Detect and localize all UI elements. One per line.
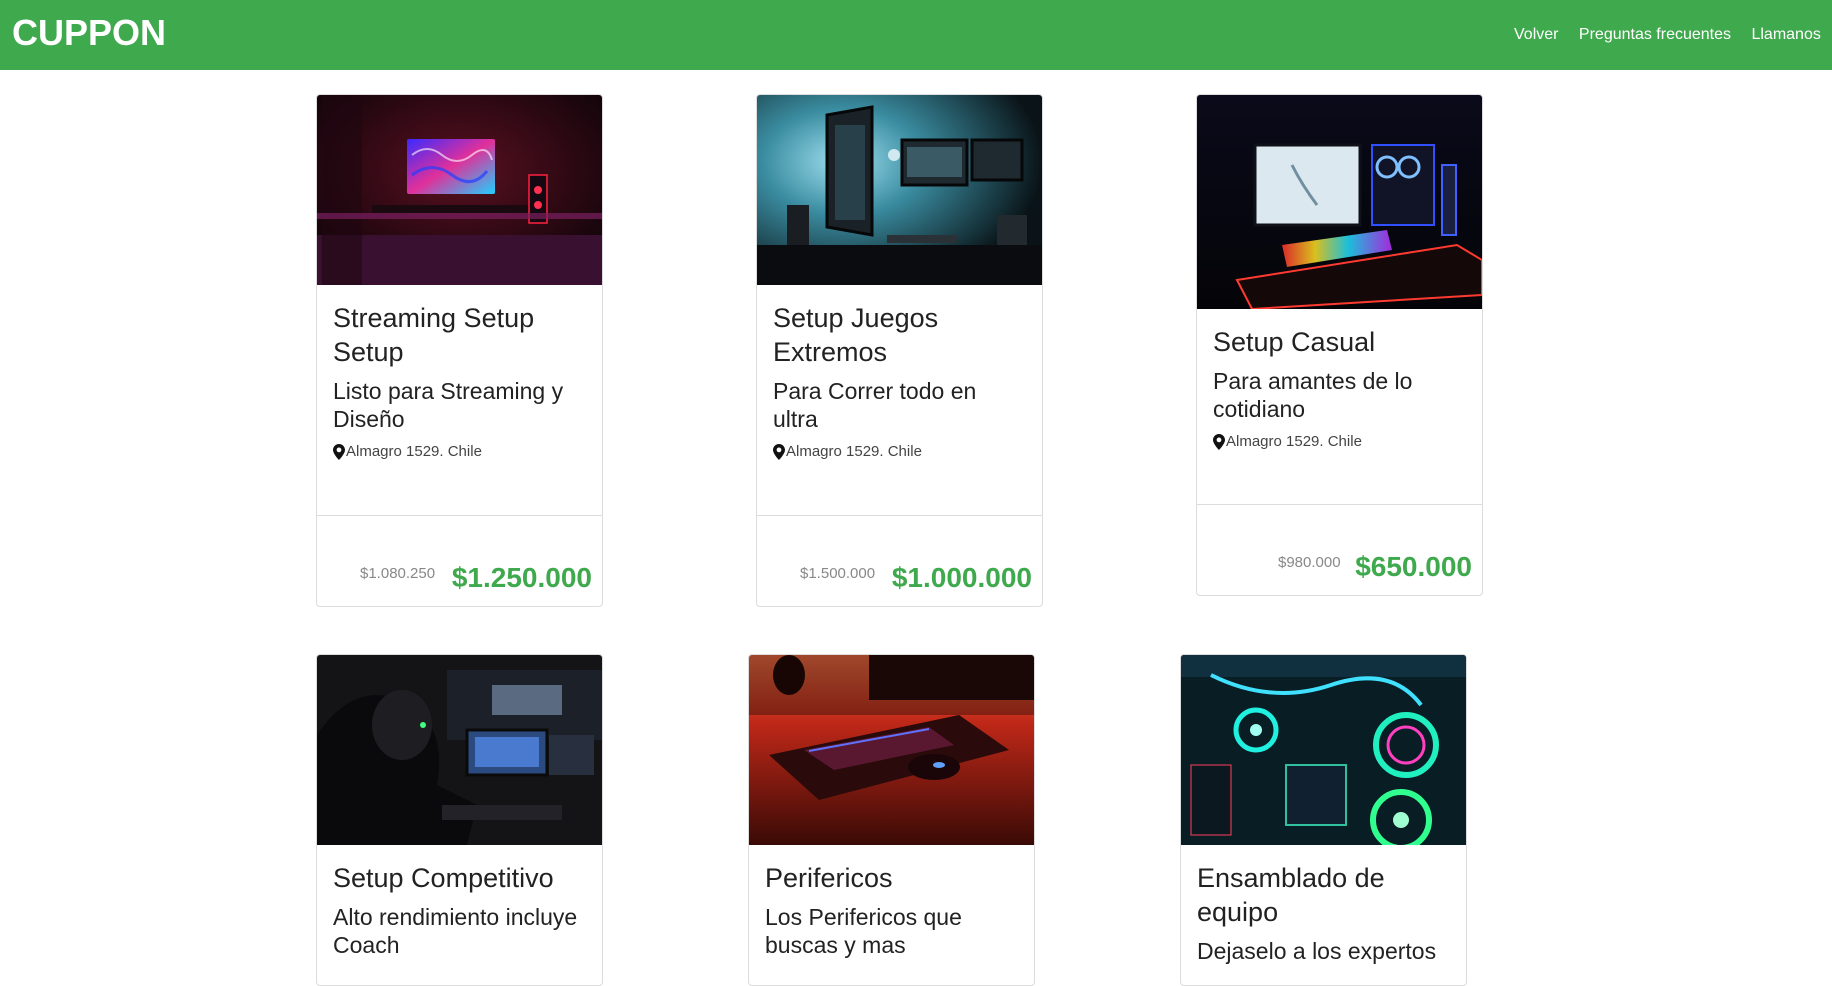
nav-links: Volver Preguntas frecuentes Llamanos D xyxy=(1514,26,1832,44)
casual-setup-image[interactable] xyxy=(1197,95,1482,309)
streaming-setup-image[interactable] xyxy=(317,95,602,285)
card-location: Almagro 1529. Chile xyxy=(773,443,1026,460)
offer-card-assembly[interactable]: Ensamblado de equipo Dejaselo a los expe… xyxy=(1180,654,1467,986)
brand-logo[interactable]: CUPPON xyxy=(12,12,166,54)
competitive-setup-image-art xyxy=(317,655,602,845)
nav-link-faq[interactable]: Preguntas frecuentes xyxy=(1579,26,1731,44)
card-location-text: Almagro 1529. Chile xyxy=(786,443,922,460)
streaming-setup-image-art xyxy=(317,95,602,285)
extreme-gaming-setup-image-art xyxy=(757,95,1042,285)
card-subtitle: Para amantes de lo cotidiano xyxy=(1213,368,1413,422)
card-subtitle: Listo para Streaming y Diseño xyxy=(333,378,564,432)
old-price: $980.000 xyxy=(1278,554,1341,571)
location-pin-icon xyxy=(333,443,345,460)
location-pin-icon xyxy=(773,443,785,460)
peripherals-image-art xyxy=(749,655,1034,845)
card-footer: $1.080.250 $1.250.000 xyxy=(317,515,602,606)
card-title: Perifericos xyxy=(765,863,893,893)
card-location: Almagro 1529. Chile xyxy=(1213,433,1466,450)
card-location-text: Almagro 1529. Chile xyxy=(1226,433,1362,450)
old-price: $1.500.000 xyxy=(800,565,876,582)
offer-card-competitive[interactable]: Setup Competitivo Alto rendimiento inclu… xyxy=(316,654,603,986)
offer-card-streaming[interactable]: Streaming Setup Setup Listo para Streami… xyxy=(316,94,603,607)
location-pin-icon xyxy=(1213,433,1225,450)
offer-card-peripherals[interactable]: Perifericos Los Perifericos que buscas y… xyxy=(748,654,1035,986)
extreme-gaming-setup-image[interactable] xyxy=(757,95,1042,285)
offer-card-extreme[interactable]: Setup Juegos Extremos Para Correr todo e… xyxy=(756,94,1043,607)
card-title: Setup Casual xyxy=(1213,327,1376,357)
card-subtitle: Dejaselo a los expertos xyxy=(1197,938,1437,964)
card-location: Almagro 1529. Chile xyxy=(333,443,586,460)
pc-assembly-image-art xyxy=(1181,655,1466,845)
peripherals-image[interactable] xyxy=(749,655,1034,845)
competitive-setup-image[interactable] xyxy=(317,655,602,845)
card-footer: $980.000 $650.000 xyxy=(1197,504,1482,595)
new-price: $1.000.000 xyxy=(891,562,1032,593)
card-subtitle: Los Perifericos que buscas y mas xyxy=(765,904,962,958)
card-title: Ensamblado de equipo xyxy=(1197,863,1385,927)
card-title: Setup Competitivo xyxy=(333,863,554,893)
nav-link-volver[interactable]: Volver xyxy=(1514,26,1558,44)
top-navbar: CUPPON Volver Preguntas frecuentes Llama… xyxy=(0,0,1832,70)
casual-setup-image-art xyxy=(1197,95,1482,309)
nav-link-llamanos[interactable]: Llamanos xyxy=(1751,26,1820,44)
card-subtitle: Alto rendimiento incluye Coach xyxy=(333,904,578,958)
old-price: $1.080.250 xyxy=(360,565,436,582)
card-subtitle: Para Correr todo en ultra xyxy=(773,378,977,432)
new-price: $650.000 xyxy=(1355,551,1472,582)
offer-card-casual[interactable]: Setup Casual Para amantes de lo cotidian… xyxy=(1196,94,1483,596)
pc-assembly-image[interactable] xyxy=(1181,655,1466,845)
card-location-text: Almagro 1529. Chile xyxy=(346,443,482,460)
new-price: $1.250.000 xyxy=(451,562,592,593)
card-footer: $1.500.000 $1.000.000 xyxy=(757,515,1042,606)
card-title: Streaming Setup Setup xyxy=(333,303,535,367)
card-title: Setup Juegos Extremos xyxy=(773,303,939,367)
